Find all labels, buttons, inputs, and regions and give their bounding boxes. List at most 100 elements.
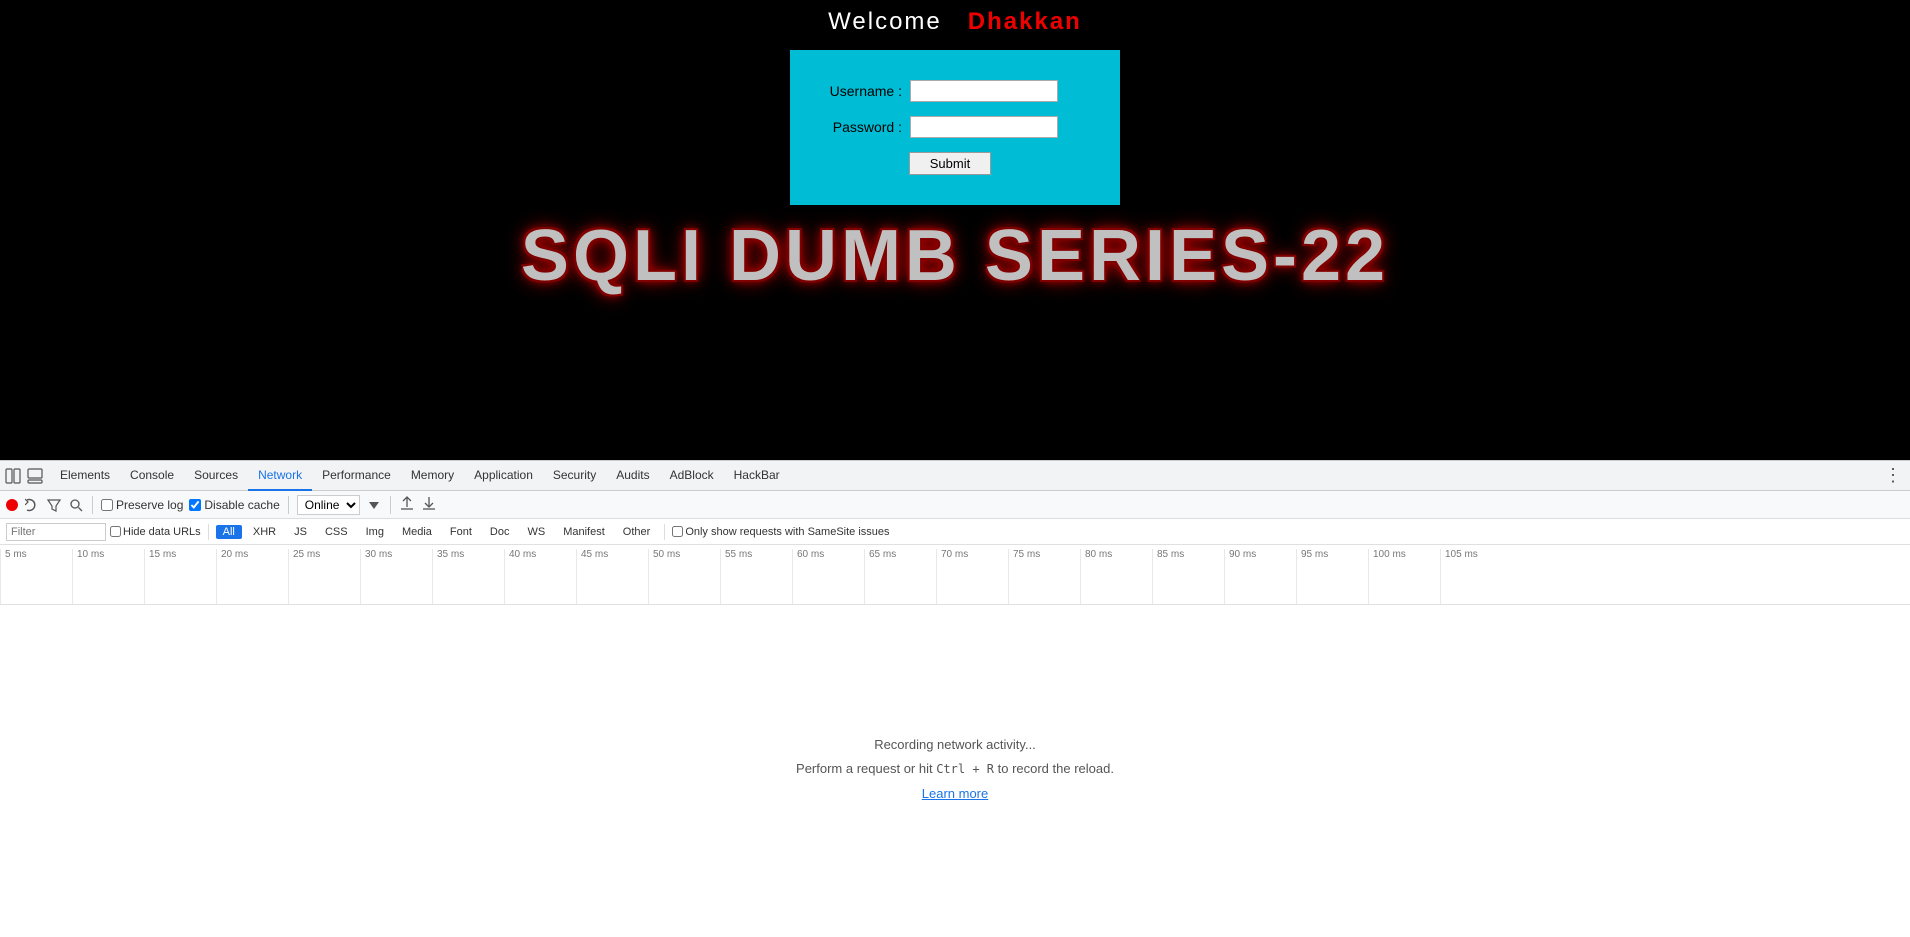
- login-box: Username : Password : Submit: [790, 50, 1120, 205]
- submit-row: Submit: [820, 152, 1080, 175]
- download-icon[interactable]: [421, 495, 437, 514]
- timeline-area: 5 ms10 ms15 ms20 ms25 ms30 ms35 ms40 ms4…: [0, 545, 1910, 605]
- timeline-tick-21: 105 ms: [1440, 549, 1512, 604]
- filter-type-xhr[interactable]: XHR: [246, 525, 283, 539]
- recording-main-text: Recording network activity...: [796, 733, 1114, 756]
- preserve-log-label: Preserve log: [116, 498, 183, 512]
- hide-data-urls-label[interactable]: Hide data URLs: [110, 526, 201, 538]
- dock-bottom-icon[interactable]: [26, 467, 44, 485]
- tab-memory[interactable]: Memory: [401, 461, 464, 491]
- hide-data-urls-checkbox[interactable]: [110, 526, 121, 537]
- timeline-tick-9: 45 ms: [576, 549, 648, 604]
- username-label: Username :: [820, 83, 910, 99]
- record-button[interactable]: [6, 499, 18, 511]
- dock-icon[interactable]: [4, 467, 22, 485]
- devtools-more-icon[interactable]: ⋮: [1884, 465, 1910, 486]
- password-label: Password :: [820, 119, 910, 135]
- shortcut-key: Ctrl + R: [936, 762, 994, 776]
- filter-type-other[interactable]: Other: [616, 525, 658, 539]
- filter-type-img[interactable]: Img: [359, 525, 391, 539]
- sub-text-2: to record the reload.: [994, 761, 1114, 776]
- password-row: Password :: [820, 116, 1080, 138]
- disable-cache-checkbox[interactable]: [189, 499, 201, 511]
- username-row: Username :: [820, 80, 1080, 102]
- tab-security[interactable]: Security: [543, 461, 606, 491]
- timeline-tick-12: 60 ms: [792, 549, 864, 604]
- devtools-tab-bar: Elements Console Sources Network Perform…: [0, 461, 1910, 491]
- filter-type-doc[interactable]: Doc: [483, 525, 517, 539]
- tab-elements[interactable]: Elements: [50, 461, 120, 491]
- tab-console[interactable]: Console: [120, 461, 184, 491]
- dhakkan-text: Dhakkan: [968, 8, 1082, 35]
- filter-type-manifest[interactable]: Manifest: [556, 525, 612, 539]
- hide-data-urls-text: Hide data URLs: [123, 526, 201, 538]
- search-icon[interactable]: [68, 497, 84, 513]
- timeline-tick-1: 5 ms: [0, 549, 72, 604]
- preserve-log-checkbox-label[interactable]: Preserve log: [101, 498, 183, 512]
- browser-page: Welcome Dhakkan Username : Password : Su…: [0, 0, 1910, 460]
- timeline-tick-14: 70 ms: [936, 549, 1008, 604]
- network-toolbar: Preserve log Disable cache Online: [0, 491, 1910, 519]
- timeline-tick-10: 50 ms: [648, 549, 720, 604]
- toolbar-separator-3: [390, 496, 391, 514]
- submit-button[interactable]: Submit: [909, 152, 991, 175]
- filter-type-js[interactable]: JS: [287, 525, 314, 539]
- filter-separator-1: [208, 524, 209, 540]
- tab-hackbar[interactable]: HackBar: [724, 461, 790, 491]
- upload-icon[interactable]: [399, 495, 415, 514]
- timeline-tick-20: 100 ms: [1368, 549, 1440, 604]
- tab-audits[interactable]: Audits: [606, 461, 659, 491]
- samesite-text: Only show requests with SameSite issues: [685, 526, 889, 538]
- timeline-tick-6: 30 ms: [360, 549, 432, 604]
- stop-record-button[interactable]: [24, 497, 40, 513]
- timeline-tick-8: 40 ms: [504, 549, 576, 604]
- filter-row: Hide data URLs All XHR JS CSS Img Media …: [0, 519, 1910, 545]
- sub-text-1: Perform a request or hit: [796, 761, 936, 776]
- timeline-ruler: 5 ms10 ms15 ms20 ms25 ms30 ms35 ms40 ms4…: [0, 545, 1910, 604]
- network-content: Recording network activity... Perform a …: [0, 605, 1910, 937]
- tab-network[interactable]: Network: [248, 461, 312, 491]
- timeline-tick-16: 80 ms: [1080, 549, 1152, 604]
- samesite-label[interactable]: Only show requests with SameSite issues: [672, 526, 889, 538]
- toolbar-separator-2: [288, 496, 289, 514]
- timeline-tick-5: 25 ms: [288, 549, 360, 604]
- filter-type-css[interactable]: CSS: [318, 525, 355, 539]
- timeline-tick-19: 95 ms: [1296, 549, 1368, 604]
- page-header: Welcome Dhakkan: [828, 8, 1082, 36]
- timeline-tick-2: 10 ms: [72, 549, 144, 604]
- throttle-select[interactable]: Online: [297, 495, 360, 515]
- timeline-tick-4: 20 ms: [216, 549, 288, 604]
- learn-more-link[interactable]: Learn more: [922, 786, 988, 801]
- tab-sources[interactable]: Sources: [184, 461, 248, 491]
- recording-sub-text: Perform a request or hit Ctrl + R to rec…: [796, 757, 1114, 781]
- timeline-tick-11: 55 ms: [720, 549, 792, 604]
- timeline-tick-3: 15 ms: [144, 549, 216, 604]
- welcome-text: Welcome: [828, 8, 942, 35]
- filter-type-all[interactable]: All: [216, 525, 242, 539]
- timeline-tick-7: 35 ms: [432, 549, 504, 604]
- tab-performance[interactable]: Performance: [312, 461, 401, 491]
- throttle-down-icon[interactable]: [366, 497, 382, 513]
- recording-message: Recording network activity... Perform a …: [796, 733, 1114, 809]
- disable-cache-checkbox-label[interactable]: Disable cache: [189, 498, 279, 512]
- tab-application[interactable]: Application: [464, 461, 543, 491]
- toolbar-separator-1: [92, 496, 93, 514]
- password-input[interactable]: [910, 116, 1058, 138]
- filter-type-ws[interactable]: WS: [520, 525, 552, 539]
- filter-type-font[interactable]: Font: [443, 525, 479, 539]
- filter-input[interactable]: [6, 523, 106, 541]
- filter-separator-2: [664, 524, 665, 540]
- disable-cache-label: Disable cache: [204, 498, 279, 512]
- tab-adblock[interactable]: AdBlock: [660, 461, 724, 491]
- filter-icon[interactable]: [46, 497, 62, 513]
- timeline-tick-18: 90 ms: [1224, 549, 1296, 604]
- preserve-log-checkbox[interactable]: [101, 499, 113, 511]
- timeline-tick-17: 85 ms: [1152, 549, 1224, 604]
- filter-type-media[interactable]: Media: [395, 525, 439, 539]
- devtools-panel: Elements Console Sources Network Perform…: [0, 460, 1910, 937]
- timeline-tick-15: 75 ms: [1008, 549, 1080, 604]
- sqli-title: SQLI DUMB SERIES-22: [521, 215, 1389, 297]
- samesite-checkbox[interactable]: [672, 526, 683, 537]
- username-input[interactable]: [910, 80, 1058, 102]
- timeline-tick-13: 65 ms: [864, 549, 936, 604]
